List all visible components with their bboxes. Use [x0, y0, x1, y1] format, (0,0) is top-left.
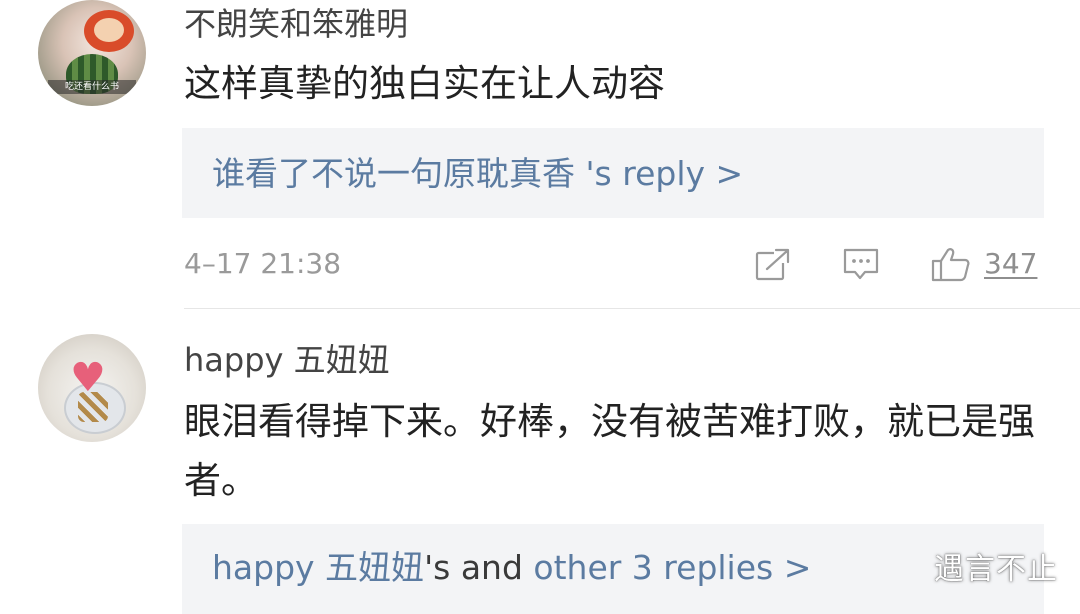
heart-icon: ♥ — [70, 355, 106, 401]
avatar[interactable]: 吃还看什么书 — [38, 0, 146, 106]
reply-user[interactable]: happy 五妞妞 — [212, 548, 424, 587]
reply-preview[interactable]: 谁看了不说一句原耽真香 's reply > — [182, 128, 1044, 218]
comment-divider — [184, 308, 1080, 309]
comment-username[interactable]: 不朗笑和笨雅明 — [184, 4, 408, 44]
comment-icon[interactable] — [842, 246, 880, 282]
comment-meta: 4–17 21:38 347 — [184, 244, 1046, 284]
avatar-monkey-face — [94, 18, 124, 42]
avatar[interactable]: ♥ — [38, 334, 146, 442]
reply-link[interactable]: happy 五妞妞's and other 3 replies > — [212, 548, 811, 588]
watermark: 遇言不止 — [934, 552, 1058, 587]
like-icon[interactable] — [930, 246, 972, 282]
comment-text: 眼泪看得掉下来。好棒，没有被苦难打败，就已是强者。 — [184, 400, 1035, 502]
comment-item: ♥ happy 五妞妞 眼泪看得掉下来。好棒，没有被苦难打败，就已是强者。 ha… — [0, 330, 1080, 614]
comment-text: 这样真挚的独白实在让人动容 — [184, 62, 665, 105]
reply-connector: 's and — [424, 548, 534, 587]
like-count[interactable]: 347 — [984, 244, 1037, 284]
avatar-caption: 吃还看什么书 — [48, 80, 136, 94]
timestamp: 4–17 21:38 — [184, 247, 342, 280]
reply-more-link[interactable]: other 3 replies > — [533, 548, 811, 587]
share-icon[interactable] — [754, 246, 792, 282]
reply-suffix[interactable]: 's reply > — [575, 154, 743, 193]
reply-link[interactable]: 谁看了不说一句原耽真香 's reply > — [212, 154, 743, 194]
comment-username[interactable]: happy 五妞妞 — [184, 340, 390, 380]
reply-preview[interactable]: happy 五妞妞's and other 3 replies > — [182, 524, 1044, 614]
reply-user[interactable]: 谁看了不说一句原耽真香 — [212, 154, 575, 193]
comment-item: 吃还看什么书 不朗笑和笨雅明 这样真挚的独白实在让人动容 谁看了不说一句原耽真香… — [0, 0, 1080, 310]
